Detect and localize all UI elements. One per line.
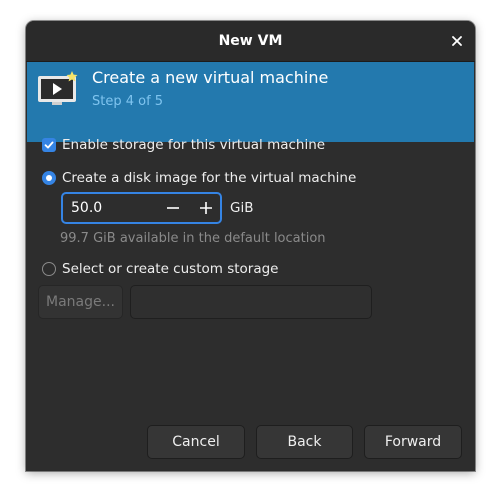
step-banner: Create a new virtual machine Step 4 of 5 bbox=[27, 62, 474, 142]
create-disk-label: Create a disk image for the virtual mach… bbox=[62, 170, 357, 186]
minus-icon bbox=[167, 207, 179, 209]
forward-button[interactable]: Forward bbox=[364, 425, 462, 459]
checkmark-icon bbox=[44, 141, 54, 149]
cancel-button[interactable]: Cancel bbox=[147, 425, 245, 459]
new-vm-dialog: New VM Create a new virtual machine Step… bbox=[26, 21, 475, 471]
increase-size-button[interactable] bbox=[191, 194, 221, 222]
close-icon bbox=[452, 36, 462, 46]
banner-step: Step 4 of 5 bbox=[92, 94, 164, 109]
window-title: New VM bbox=[218, 33, 283, 49]
titlebar: New VM bbox=[26, 21, 475, 62]
close-button[interactable] bbox=[447, 31, 467, 51]
create-disk-radio[interactable] bbox=[42, 171, 56, 185]
decrease-size-button[interactable] bbox=[158, 194, 188, 222]
vm-monitor-icon bbox=[38, 71, 78, 105]
back-button[interactable]: Back bbox=[256, 425, 353, 459]
custom-storage-path-field[interactable] bbox=[130, 285, 372, 319]
enable-storage-label: Enable storage for this virtual machine bbox=[62, 137, 326, 153]
manage-button[interactable]: Manage... bbox=[38, 285, 123, 319]
disk-size-spinbutton[interactable]: 50.0 bbox=[61, 192, 222, 224]
banner-title: Create a new virtual machine bbox=[92, 68, 329, 87]
available-space-text: 99.7 GiB available in the default locati… bbox=[60, 231, 326, 246]
disk-size-value[interactable]: 50.0 bbox=[71, 200, 102, 216]
plus-icon bbox=[200, 202, 212, 214]
enable-storage-checkbox[interactable] bbox=[42, 138, 56, 152]
custom-storage-label: Select or create custom storage bbox=[62, 261, 279, 277]
size-unit-label: GiB bbox=[230, 200, 254, 216]
custom-storage-radio[interactable] bbox=[42, 262, 56, 276]
